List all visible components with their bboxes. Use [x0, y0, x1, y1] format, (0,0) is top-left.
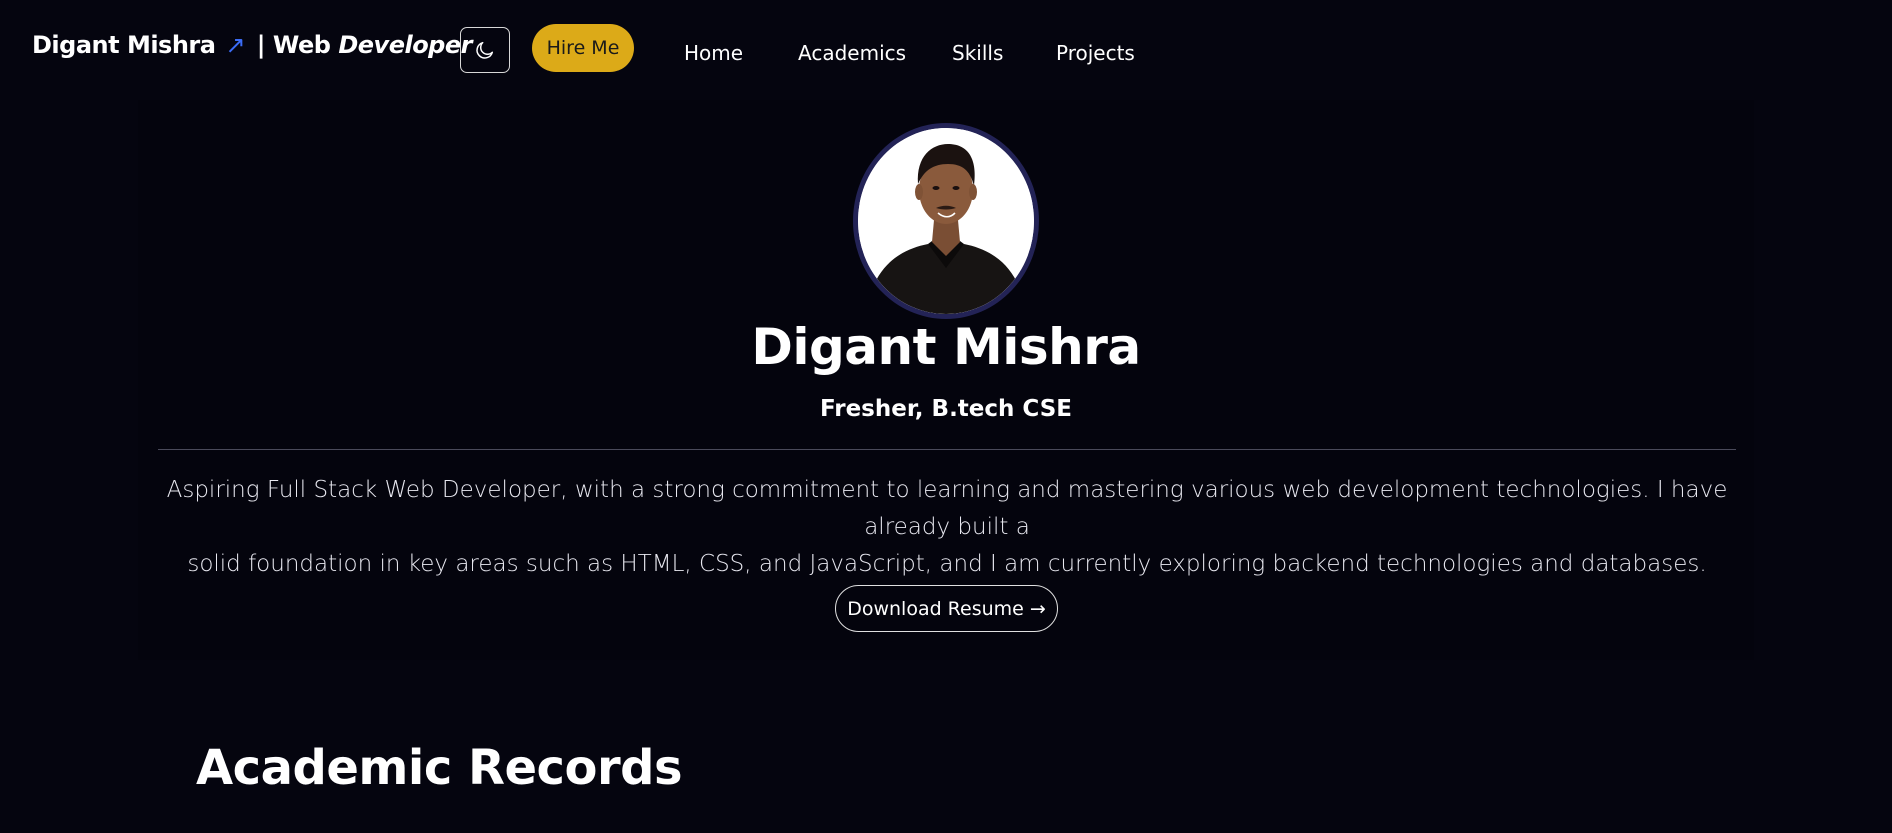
- nav-link-projects[interactable]: Projects: [1056, 41, 1135, 65]
- navbar: Digant Mishra ↗ | Web Developer Hire Me …: [0, 0, 1892, 100]
- academic-records-heading: Academic Records: [196, 740, 683, 796]
- hero-subtitle: Fresher, B.tech CSE: [819, 396, 1072, 422]
- bio-line-1: Aspiring Full Stack Web Developer, with …: [166, 477, 1728, 540]
- download-resume-button[interactable]: Download Resume →: [835, 585, 1058, 632]
- arrow-right-icon: →: [1029, 597, 1046, 620]
- theme-toggle-button[interactable]: [460, 27, 510, 73]
- brand-logo[interactable]: Digant Mishra ↗ | Web Developer: [32, 31, 472, 59]
- nav-link-home[interactable]: Home: [684, 41, 743, 65]
- profile-photo: [858, 128, 1034, 314]
- hero-divider: [158, 449, 1736, 450]
- nav-link-skills[interactable]: Skills: [952, 41, 1003, 65]
- bio-line-2: solid foundation in key areas such as HT…: [187, 551, 1707, 577]
- brand-separator: | Web: [256, 31, 331, 59]
- hire-me-button[interactable]: Hire Me: [532, 24, 634, 72]
- brand-name: Digant Mishra: [32, 31, 216, 59]
- brand-role: Developer: [338, 31, 472, 59]
- nav-link-academics[interactable]: Academics: [798, 41, 906, 65]
- arrow-up-right-icon: ↗: [225, 31, 245, 59]
- hero-bio: Aspiring Full Stack Web Developer, with …: [158, 472, 1736, 583]
- hero-name: Digant Mishra: [751, 318, 1141, 376]
- download-resume-label: Download Resume: [847, 597, 1024, 620]
- avatar: [853, 123, 1039, 319]
- moon-icon: [476, 41, 494, 59]
